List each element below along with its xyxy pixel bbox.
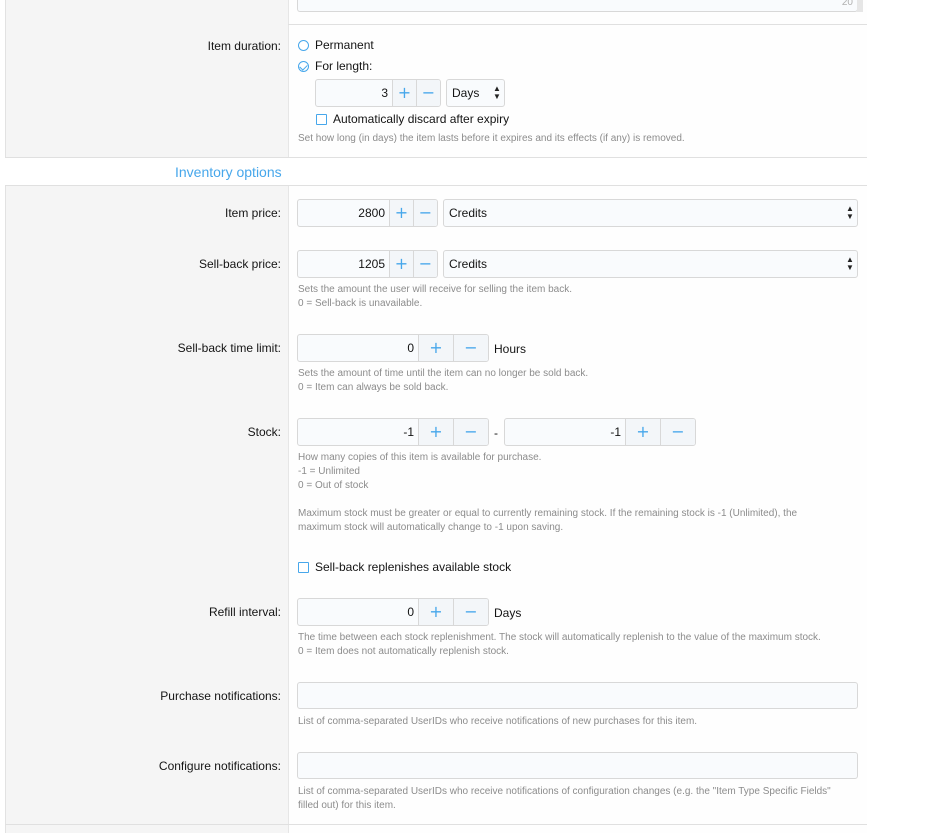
radio-for-length[interactable]: For length:	[298, 59, 372, 73]
sell-back-time-hint-2: 0 = Item can always be sold back.	[298, 382, 449, 393]
auto-discard-label: Automatically discard after expiry	[333, 112, 510, 126]
sell-back-price-value[interactable]: 1205	[298, 251, 389, 277]
refill-interval-label: Refill interval:	[208, 605, 281, 619]
refill-interval-unit: Days	[494, 606, 522, 620]
sell-back-currency-value: Credits	[449, 257, 488, 271]
sell-back-time-label: Sell-back time limit:	[177, 341, 281, 355]
plus-icon[interactable]: +	[418, 419, 453, 445]
minus-icon[interactable]: −	[660, 419, 695, 445]
refill-interval-stepper[interactable]: 0 + −	[297, 598, 489, 626]
sell-back-price-label: Sell-back price:	[198, 257, 281, 271]
minus-icon[interactable]: −	[416, 80, 440, 106]
auto-discard-checkbox-row[interactable]: Automatically discard after expiry	[316, 112, 509, 126]
minus-icon[interactable]: −	[453, 335, 488, 361]
item-price-label: Item price:	[224, 206, 281, 220]
stock-hint-2: -1 = Unlimited	[298, 466, 360, 477]
refill-interval-hint-2: 0 = Item does not automatically replenis…	[298, 646, 509, 657]
configure-notifications-hint-1: List of comma-separated UserIDs who rece…	[298, 786, 831, 797]
stock-separator: -	[494, 426, 498, 440]
duration-length-stepper[interactable]: 3 + −	[315, 79, 441, 107]
stock-min-stepper[interactable]: -1 + −	[297, 418, 489, 446]
duration-unit-select[interactable]: Days ▲ ▼	[446, 79, 505, 107]
sell-back-price-hint-2: 0 = Sell-back is unavailable.	[298, 298, 423, 309]
sell-back-time-stepper[interactable]: 0 + −	[297, 334, 489, 362]
purchase-notifications-hint: List of comma-separated UserIDs who rece…	[298, 716, 698, 727]
select-arrows-icon: ▲ ▼	[846, 204, 854, 221]
inventory-options-header: Inventory options	[5, 157, 867, 186]
plus-icon[interactable]: +	[625, 419, 660, 445]
radio-checked-icon[interactable]	[298, 60, 309, 72]
configure-notifications-hint-2: filled out) for this item.	[298, 800, 396, 811]
stock-max-value[interactable]: -1	[505, 419, 625, 445]
stock-label: Stock:	[247, 425, 281, 439]
plus-icon[interactable]: +	[418, 335, 453, 361]
configure-notifications-input[interactable]	[297, 752, 858, 779]
duration-unit-value: Days	[452, 86, 480, 100]
sell-back-time-value[interactable]: 0	[298, 335, 418, 361]
plus-icon[interactable]: +	[389, 251, 413, 277]
sell-back-time-hint-1: Sets the amount of time until the item c…	[298, 368, 589, 379]
configure-notifications-label: Configure notifications:	[158, 759, 281, 773]
row-divider	[288, 24, 867, 25]
sell-back-time-unit: Hours	[494, 342, 527, 356]
textarea-scrollbar[interactable]	[857, 0, 863, 12]
minus-icon[interactable]: −	[413, 200, 437, 226]
stock-note-1: Maximum stock must be greater or equal t…	[298, 508, 798, 519]
select-arrows-icon: ▲ ▼	[493, 84, 501, 101]
item-duration-label: Item duration:	[207, 39, 281, 53]
item-price-value[interactable]: 2800	[298, 200, 389, 226]
radio-circle-icon[interactable]	[298, 39, 309, 51]
plus-icon[interactable]: +	[418, 599, 453, 625]
stock-note-2: maximum stock will automatically change …	[298, 522, 564, 533]
select-arrows-icon: ▲ ▼	[846, 255, 854, 272]
stock-max-stepper[interactable]: -1 + −	[504, 418, 696, 446]
item-price-stepper[interactable]: 2800 + −	[297, 199, 438, 227]
purchase-notifications-label: Purchase notifications:	[160, 689, 281, 703]
radio-for-length-label: For length:	[315, 59, 373, 73]
row-divider	[5, 824, 867, 825]
checkbox-icon[interactable]	[316, 113, 327, 125]
stock-hint-1: How many copies of this item is availabl…	[298, 452, 542, 463]
plus-icon[interactable]: +	[389, 200, 413, 226]
refill-interval-value[interactable]: 0	[298, 599, 418, 625]
plus-icon[interactable]: +	[392, 80, 416, 106]
item-price-currency-value: Credits	[449, 206, 488, 220]
checkbox-icon[interactable]	[298, 561, 309, 573]
replenish-label: Sell-back replenishes available stock	[315, 560, 512, 574]
replenish-checkbox-row[interactable]: Sell-back replenishes available stock	[298, 560, 511, 574]
sell-back-currency-select[interactable]: Credits ▲ ▼	[443, 250, 858, 278]
item-price-currency-select[interactable]: Credits ▲ ▼	[443, 199, 858, 227]
section-title: Inventory options	[175, 164, 282, 180]
description-textarea[interactable]: 20	[297, 0, 863, 12]
duration-length-value[interactable]: 3	[316, 80, 392, 106]
minus-icon[interactable]: −	[453, 419, 488, 445]
minus-icon[interactable]: −	[453, 599, 488, 625]
purchase-notifications-input[interactable]	[297, 682, 858, 709]
radio-permanent-label: Permanent	[315, 38, 374, 52]
item-duration-hint: Set how long (in days) the item lasts be…	[298, 133, 685, 144]
radio-permanent[interactable]: Permanent	[298, 38, 374, 52]
refill-interval-hint-1: The time between each stock replenishmen…	[298, 632, 821, 643]
sell-back-price-hint-1: Sets the amount the user will receive fo…	[298, 284, 573, 295]
minus-icon[interactable]: −	[413, 251, 437, 277]
stock-hint-3: 0 = Out of stock	[298, 480, 369, 491]
sell-back-price-stepper[interactable]: 1205 + −	[297, 250, 438, 278]
char-counter: 20	[841, 0, 853, 8]
stock-min-value[interactable]: -1	[298, 419, 418, 445]
